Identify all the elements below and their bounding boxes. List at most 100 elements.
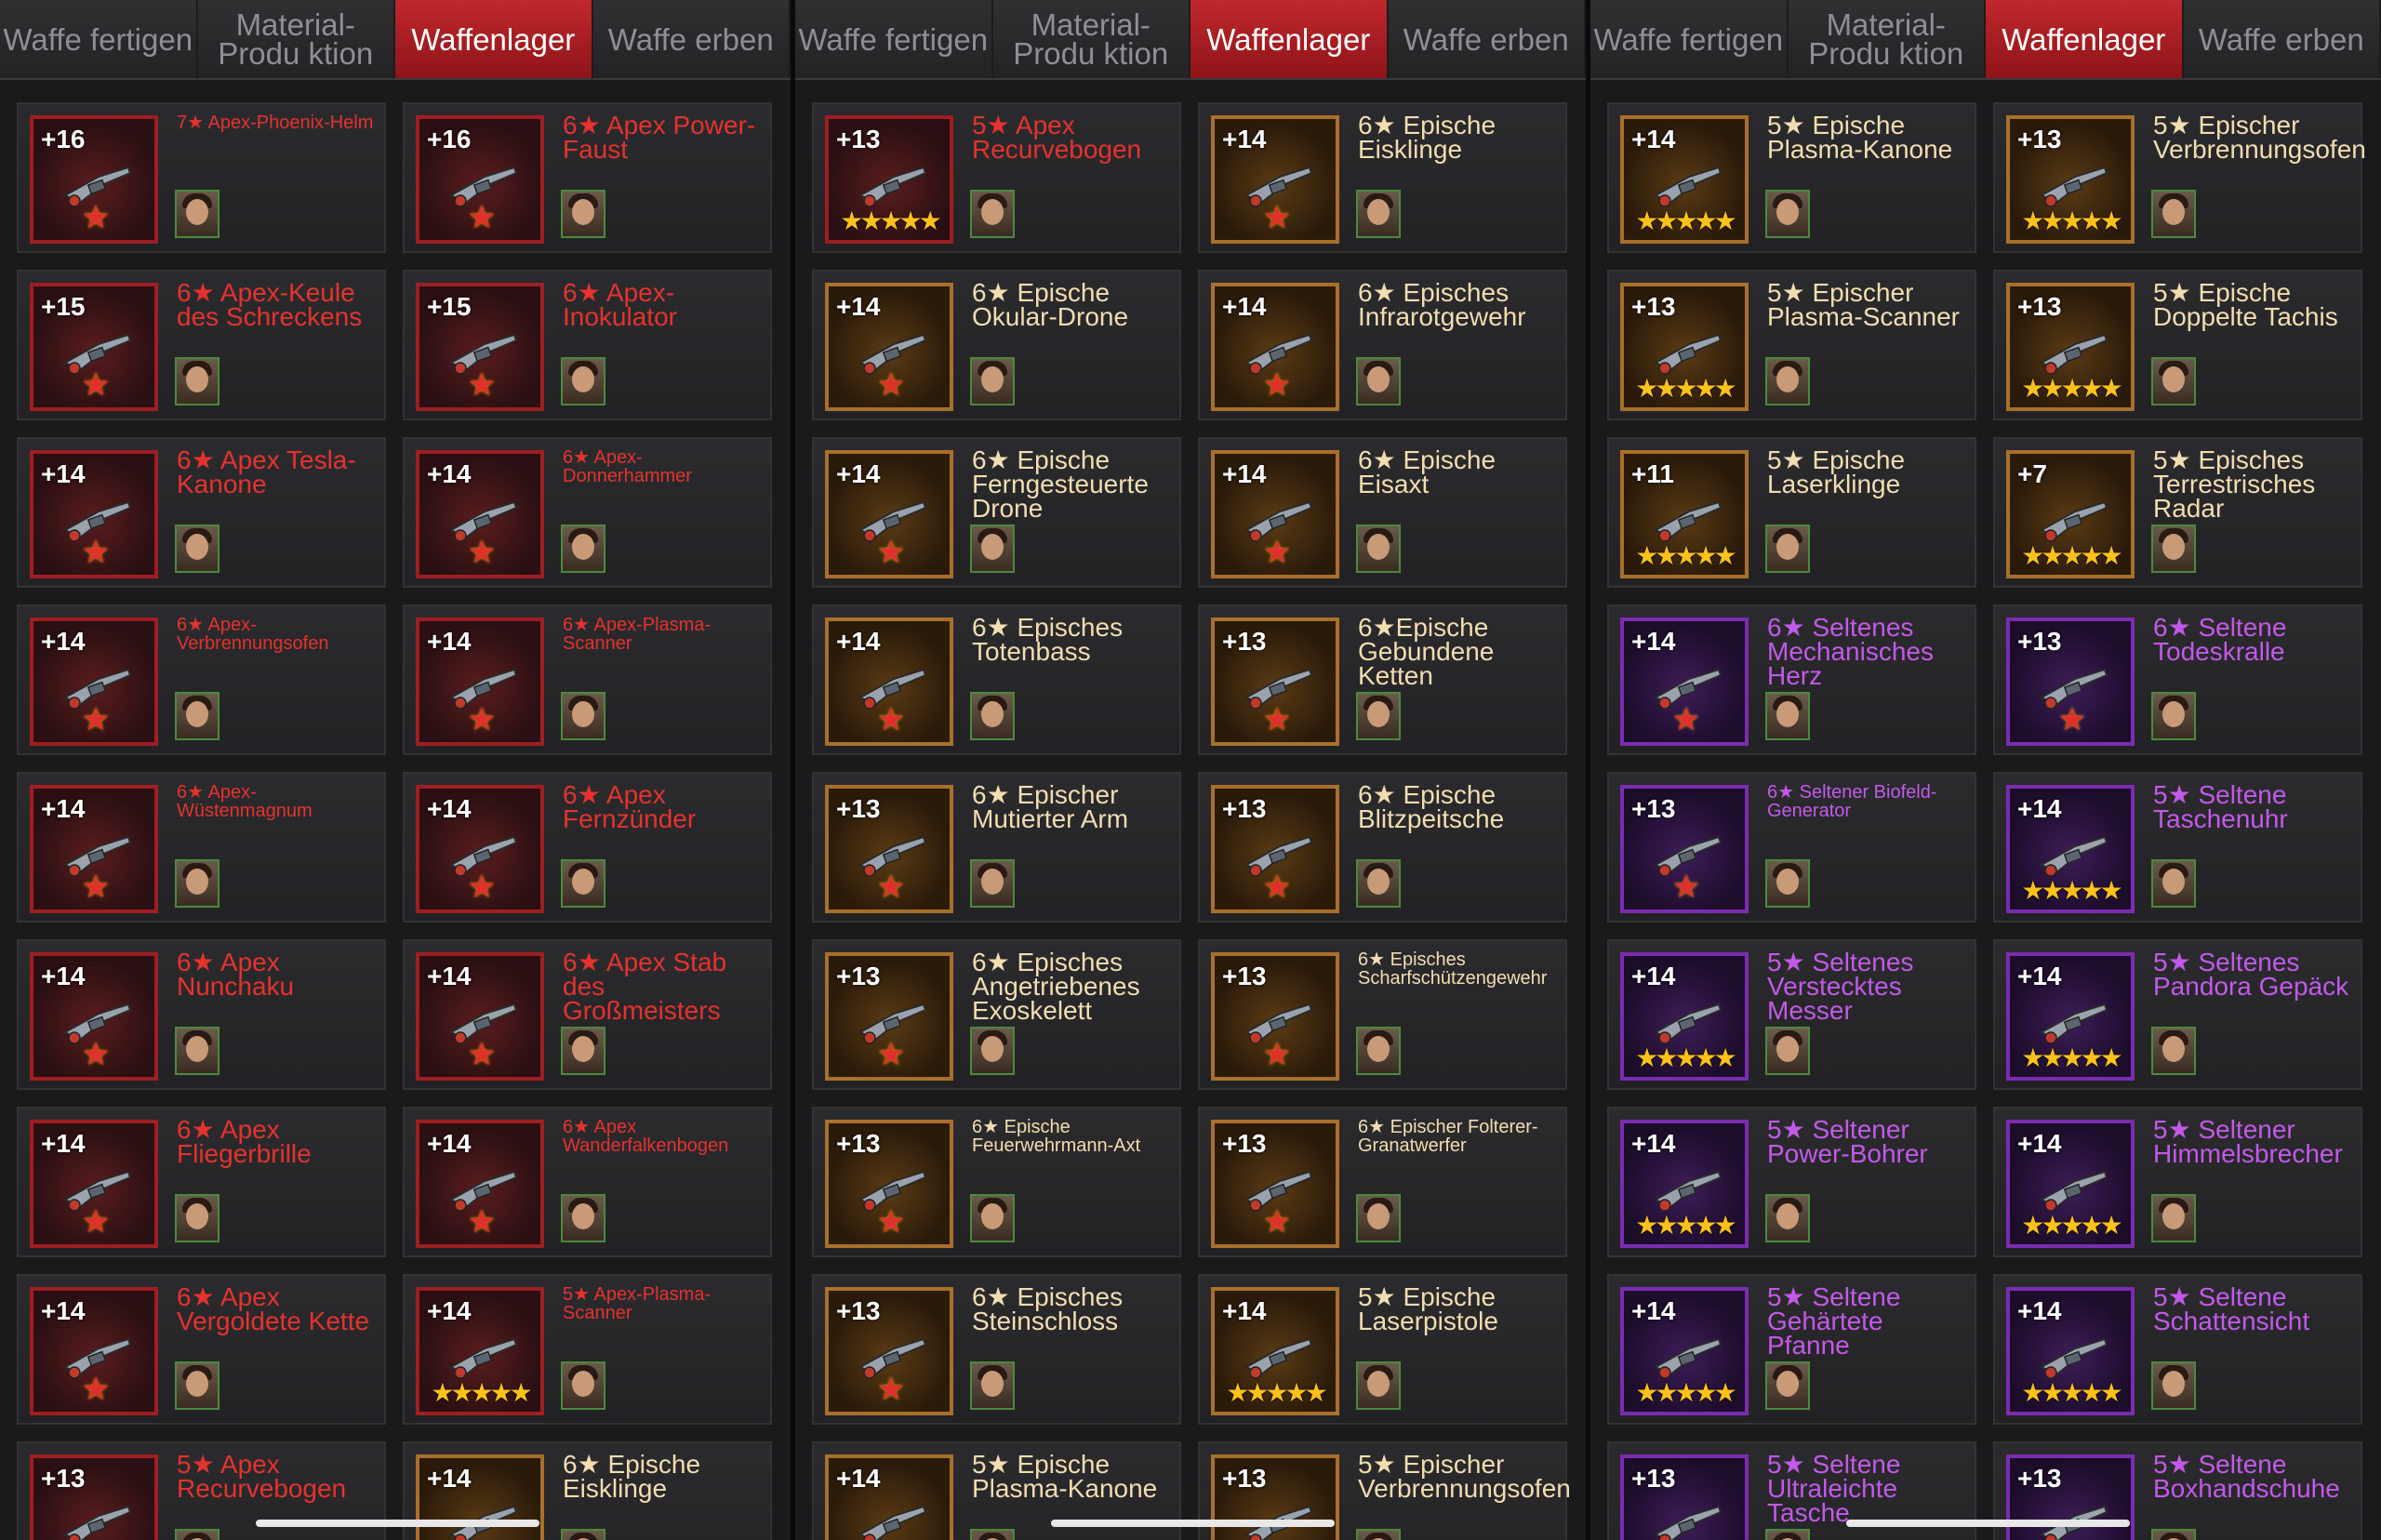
weapon-slot[interactable]: +14 ★ (416, 617, 544, 746)
weapon-card[interactable]: +16 ★ 6★ Apex Power-Faust (403, 102, 772, 253)
weapon-slot[interactable]: +15 ★ (30, 283, 158, 411)
weapon-slot[interactable]: +13★★★★★ (1620, 283, 1749, 411)
weapon-slot[interactable]: +14 ★ (1620, 617, 1749, 746)
weapon-card[interactable]: +14 ★ 6★ Apex Fliegerbrille (17, 1107, 386, 1257)
weapon-slot[interactable]: +14 ★ (416, 1120, 544, 1248)
hero-avatar[interactable] (1356, 190, 1401, 238)
weapon-card[interactable]: +14 ★ 6★ Apex Tesla-Kanone (17, 437, 386, 588)
weapon-slot[interactable]: +14 ★ (416, 952, 544, 1081)
hero-avatar[interactable] (561, 1027, 605, 1075)
weapon-slot[interactable]: +14 ★ (30, 785, 158, 913)
hero-avatar[interactable] (1356, 1027, 1401, 1075)
hero-avatar[interactable] (1765, 1027, 1810, 1075)
hero-avatar[interactable] (970, 1529, 1015, 1540)
hero-avatar[interactable] (2151, 859, 2196, 908)
weapon-slot[interactable]: +14★★★★★ (1620, 1120, 1749, 1248)
weapon-slot[interactable]: +7 ★★★★★ (2006, 450, 2135, 578)
weapon-slot[interactable]: +13 ★ (1211, 785, 1339, 913)
hero-avatar[interactable] (175, 859, 219, 908)
hero-avatar[interactable] (2151, 524, 2196, 573)
weapon-slot[interactable]: +14★★★★★ (2006, 952, 2135, 1081)
weapon-slot[interactable]: +14★★★★★ (2006, 785, 2135, 913)
tab-waffe-erben[interactable]: Waffe erben (592, 0, 791, 78)
weapon-card[interactable]: +14 ★★★★★ 5★ Seltenes Pandora Gepäck (1993, 939, 2362, 1090)
hero-avatar[interactable] (561, 859, 605, 908)
weapon-slot[interactable]: +14 ★ (30, 1120, 158, 1248)
weapon-card[interactable]: +14 ★★★★★ 5★ Seltenes Verstecktes Messer (1607, 939, 1976, 1090)
hero-avatar[interactable] (1765, 524, 1810, 573)
weapon-card[interactable]: +14 ★ 6★ Epische Okular-Drone (812, 270, 1181, 420)
tab-waffe-fertigen[interactable]: Waffe fertigen (795, 0, 993, 78)
weapon-slot[interactable]: +13★★★★★ (825, 115, 953, 244)
weapon-slot[interactable]: +14★★★★★ (1211, 1287, 1339, 1415)
hero-avatar[interactable] (1765, 1529, 1810, 1540)
weapon-card[interactable]: +14 ★★★★★ 5★ Apex-Plasma-Scanner (403, 1274, 772, 1425)
hero-avatar[interactable] (175, 357, 219, 405)
hero-avatar[interactable] (561, 190, 605, 238)
hero-avatar[interactable] (561, 357, 605, 405)
weapon-slot[interactable]: +14★★★★★ (2006, 1287, 2135, 1415)
weapon-slot[interactable]: +13 ★ (825, 952, 953, 1081)
weapon-card[interactable]: +16 ★ 7★ Apex-Phoenix-Helm (17, 102, 386, 253)
hero-avatar[interactable] (175, 524, 219, 573)
hero-avatar[interactable] (561, 524, 605, 573)
hero-avatar[interactable] (175, 1529, 219, 1540)
tab-material-produktion[interactable]: Material-Produ ktion (197, 0, 395, 78)
tab-waffe-erben[interactable]: Waffe erben (1388, 0, 1586, 78)
tab-waffe-fertigen[interactable]: Waffe fertigen (0, 0, 198, 78)
weapon-card[interactable]: +14 ★ 6★ Episches Totenbass (812, 604, 1181, 755)
weapon-slot[interactable]: +13★★★★★ (1620, 1454, 1749, 1540)
weapon-card[interactable]: +14 ★ 6★ Apex Fernzünder (403, 772, 772, 923)
weapon-card[interactable]: +14 ★★★★★ 5★ Epische Laserpistole (1198, 1274, 1567, 1425)
weapon-card[interactable]: +13 ★ 6★ Epischer Folterer-Granatwerfer (1198, 1107, 1567, 1257)
hero-avatar[interactable] (175, 1361, 219, 1410)
weapon-slot[interactable]: +13 ★ (1211, 617, 1339, 746)
hero-avatar[interactable] (1765, 692, 1810, 740)
hero-avatar[interactable] (1765, 1194, 1810, 1242)
weapon-card[interactable]: +14 ★ 6★ Apex Nunchaku (17, 939, 386, 1090)
hero-avatar[interactable] (1356, 1194, 1401, 1242)
hero-avatar[interactable] (1765, 1361, 1810, 1410)
weapon-card[interactable]: +13 ★ 6★ Seltener Biofeld-Generator (1607, 772, 1976, 923)
weapon-card[interactable]: +15 ★ 6★ Apex-Keule des Schreckens (17, 270, 386, 420)
hero-avatar[interactable] (1356, 524, 1401, 573)
hero-avatar[interactable] (970, 859, 1015, 908)
weapon-card[interactable]: +14 ★ 6★ Epische Ferngesteuerte Drone (812, 437, 1181, 588)
weapon-card[interactable]: +14 ★★★★★ 5★ Seltener Himmelsbrecher (1993, 1107, 2362, 1257)
hero-avatar[interactable] (970, 1361, 1015, 1410)
weapon-card[interactable]: +13 ★ 6★ Episches Scharfschützengewehr (1198, 939, 1567, 1090)
weapon-slot[interactable]: +14★★★★★ (825, 1454, 953, 1540)
weapon-slot[interactable]: +14 ★ (30, 1287, 158, 1415)
weapon-card[interactable]: +14 ★ 6★ Episches Infrarotgewehr (1198, 270, 1567, 420)
scroll-indicator[interactable] (256, 1520, 539, 1527)
weapon-card[interactable]: +14 ★ 6★ Apex Wanderfalkenbogen (403, 1107, 772, 1257)
hero-avatar[interactable] (1765, 357, 1810, 405)
weapon-slot[interactable]: +14 ★ (1211, 283, 1339, 411)
weapon-slot[interactable]: +13★★★★★ (30, 1454, 158, 1540)
hero-avatar[interactable] (561, 692, 605, 740)
weapon-card[interactable]: +13 ★★★★★ 5★ Epische Doppelte Tachis (1993, 270, 2362, 420)
tab-waffenlager[interactable]: Waffenlager (395, 0, 593, 78)
weapon-slot[interactable]: +14 ★ (1211, 115, 1339, 244)
hero-avatar[interactable] (1356, 859, 1401, 908)
weapon-card[interactable]: +13 ★ 6★Epische Gebundene Ketten (1198, 604, 1567, 755)
hero-avatar[interactable] (175, 1027, 219, 1075)
tab-waffe-fertigen[interactable]: Waffe fertigen (1590, 0, 1789, 78)
tab-waffenlager[interactable]: Waffenlager (1190, 0, 1389, 78)
hero-avatar[interactable] (561, 1529, 605, 1540)
weapon-slot[interactable]: +14 ★ (30, 617, 158, 746)
weapon-card[interactable]: +13 ★ 6★ Epische Feuerwehrmann-Axt (812, 1107, 1181, 1257)
weapon-slot[interactable]: +16 ★ (416, 115, 544, 244)
hero-avatar[interactable] (2151, 357, 2196, 405)
weapon-card[interactable]: +14 ★★★★★ 5★ Seltener Power-Bohrer (1607, 1107, 1976, 1257)
weapon-slot[interactable]: +14★★★★★ (2006, 1120, 2135, 1248)
weapon-slot[interactable]: +15 ★ (416, 283, 544, 411)
hero-avatar[interactable] (1765, 859, 1810, 908)
weapon-slot[interactable]: +13 ★ (825, 1120, 953, 1248)
weapon-slot[interactable]: +14 ★ (416, 450, 544, 578)
hero-avatar[interactable] (175, 692, 219, 740)
hero-avatar[interactable] (2151, 1194, 2196, 1242)
weapon-card[interactable]: +14 ★ 6★ Epische Eisklinge (1198, 102, 1567, 253)
hero-avatar[interactable] (2151, 1361, 2196, 1410)
weapon-slot[interactable]: +13 ★ (1211, 1120, 1339, 1248)
